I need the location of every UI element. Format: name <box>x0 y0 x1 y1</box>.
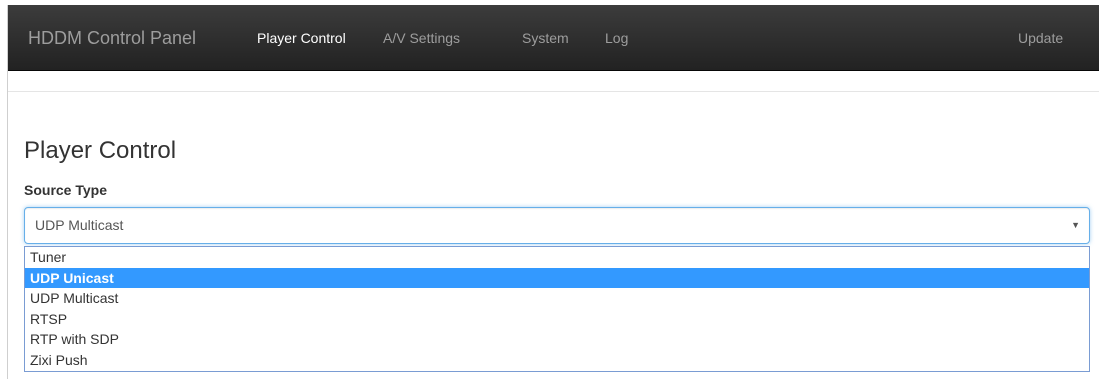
source-type-label: Source Type <box>24 182 107 198</box>
nav-av-settings[interactable]: A/V Settings <box>383 5 460 71</box>
option-tuner[interactable]: Tuner <box>25 247 1089 268</box>
nav-system[interactable]: System <box>522 5 569 71</box>
option-udp-multicast[interactable]: UDP Multicast <box>25 288 1089 309</box>
top-navbar: HDDM Control Panel Player Control A/V Se… <box>8 5 1099 71</box>
brand-link[interactable]: HDDM Control Panel <box>28 5 196 71</box>
option-rtp-with-sdp[interactable]: RTP with SDP <box>25 329 1089 350</box>
caret-down-icon: ▼ <box>1071 220 1080 230</box>
page-title: Player Control <box>24 137 177 164</box>
option-udp-unicast[interactable]: UDP Unicast <box>25 267 1089 289</box>
option-rtsp[interactable]: RTSP <box>25 309 1089 330</box>
nav-player-control[interactable]: Player Control <box>257 5 346 71</box>
subheader-bar <box>8 71 1099 92</box>
nav-update[interactable]: Update <box>1018 5 1063 71</box>
option-zixi-push[interactable]: Zixi Push <box>25 350 1089 371</box>
source-type-options: Tuner UDP Unicast UDP Multicast RTSP RTP… <box>24 246 1090 372</box>
nav-log[interactable]: Log <box>605 5 628 71</box>
source-type-selected-value: UDP Multicast <box>35 217 124 233</box>
source-type-select[interactable]: UDP Multicast ▼ <box>24 207 1090 244</box>
